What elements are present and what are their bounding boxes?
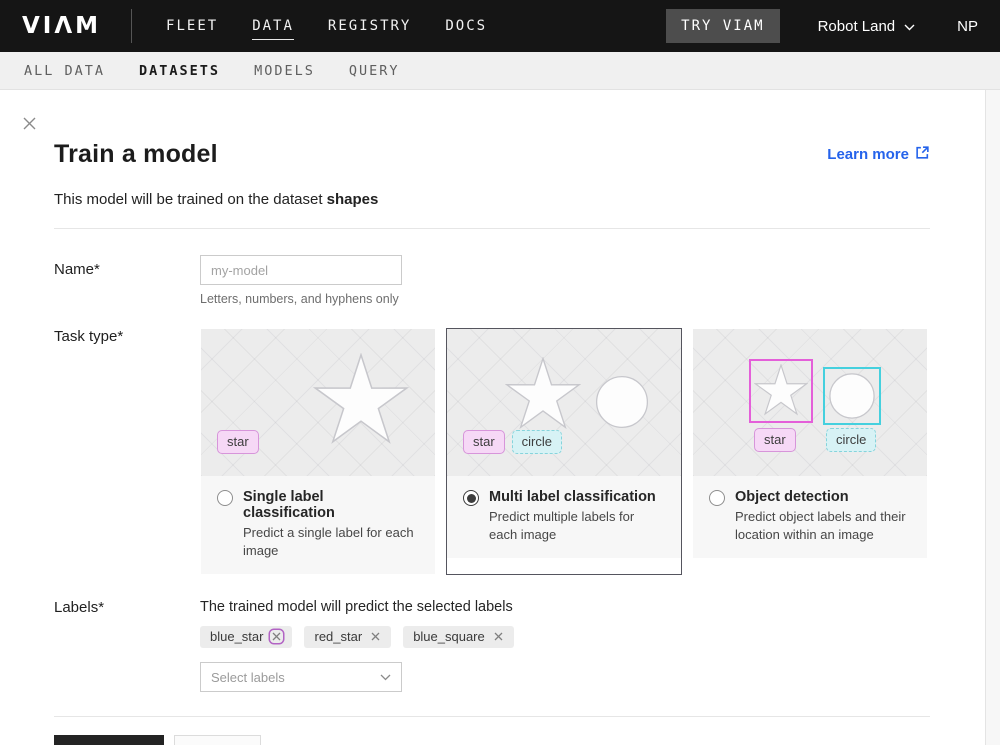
avatar[interactable]: NP <box>957 18 978 35</box>
nav-item-fleet[interactable]: FLEET <box>166 12 218 40</box>
radio-multi-label[interactable] <box>463 490 479 506</box>
chip-red-star: red_star <box>304 626 391 648</box>
train-model-button[interactable]: Train model <box>54 735 164 745</box>
card-preview-multi: star circle <box>447 329 681 476</box>
circle-shape <box>595 375 649 429</box>
heading-row: Train a model Learn more <box>54 140 930 169</box>
preview-tag-star: star <box>217 430 259 454</box>
selected-label-chips: blue_star red_star blue_square <box>200 626 514 648</box>
dataset-name: shapes <box>327 191 379 208</box>
tab-query[interactable]: QUERY <box>349 63 400 79</box>
card-desc-single: Predict a single label for each image <box>243 524 419 559</box>
nav-item-data[interactable]: DATA <box>252 12 294 40</box>
remove-label-icon[interactable] <box>369 630 382 643</box>
data-sub-nav: ALL DATA DATASETS MODELS QUERY <box>0 52 1000 90</box>
tab-models[interactable]: MODELS <box>254 63 315 79</box>
page-title: Train a model <box>54 140 218 169</box>
name-row: Name* Letters, numbers, and hyphens only <box>54 255 930 306</box>
learn-more-label: Learn more <box>827 146 909 163</box>
remove-label-icon[interactable] <box>270 630 283 643</box>
chip-label: blue_square <box>413 629 485 644</box>
dataset-subtitle: This model will be trained on the datase… <box>54 191 930 208</box>
card-preview-detection: star circle <box>693 329 927 476</box>
preview-tag-circle: circle <box>512 430 562 454</box>
chip-blue-star: blue_star <box>200 626 292 648</box>
scrollbar-track[interactable] <box>985 90 1000 745</box>
card-body-multi: Multi label classification Predict multi… <box>447 476 681 558</box>
select-labels-dropdown[interactable]: Select labels <box>200 662 402 692</box>
task-type-label: Task type* <box>54 328 200 575</box>
chevron-down-icon <box>380 668 391 686</box>
tab-datasets[interactable]: DATASETS <box>139 63 220 79</box>
card-title-detection: Object detection <box>735 489 911 505</box>
remove-label-icon[interactable] <box>492 630 505 643</box>
divider <box>54 716 930 717</box>
radio-object-detection[interactable] <box>709 490 725 506</box>
card-body-single: Single label classification Predict a si… <box>201 476 435 574</box>
footer-buttons: Train model Go back <box>54 735 930 745</box>
nav-item-docs[interactable]: DOCS <box>445 12 487 40</box>
labels-label: Labels* <box>54 599 200 692</box>
chevron-down-icon <box>904 18 915 35</box>
go-back-button[interactable]: Go back <box>174 735 261 745</box>
radio-single-label[interactable] <box>217 490 233 506</box>
card-title-single: Single label classification <box>243 489 419 521</box>
train-model-panel: Train a model Learn more This model will… <box>0 90 1000 745</box>
top-nav-links: FLEET DATA REGISTRY DOCS <box>166 12 487 40</box>
card-single-label-classification[interactable]: star Single label classification Predict… <box>200 328 436 575</box>
name-label: Name* <box>54 255 200 306</box>
try-viam-button[interactable]: TRY VIAM <box>666 9 779 43</box>
divider <box>54 228 930 229</box>
select-labels-placeholder: Select labels <box>211 670 285 685</box>
bounding-box-star <box>749 359 813 423</box>
model-name-input[interactable] <box>200 255 402 285</box>
nav-item-registry[interactable]: REGISTRY <box>328 12 411 40</box>
bounding-box-circle <box>823 367 881 425</box>
top-nav-bar: VIΛM FLEET DATA REGISTRY DOCS TRY VIAM R… <box>0 0 1000 52</box>
star-shape <box>754 364 808 418</box>
card-object-detection[interactable]: star circle Object detection Predict obj… <box>692 328 928 575</box>
org-name-label: Robot Land <box>818 18 896 35</box>
viam-logo[interactable]: VIΛM <box>22 13 101 39</box>
circle-shape <box>828 372 876 420</box>
card-body-detection: Object detection Predict object labels a… <box>693 476 927 558</box>
nav-divider <box>131 9 132 43</box>
labels-description: The trained model will predict the selec… <box>200 599 514 615</box>
star-shape <box>313 353 409 449</box>
card-title-multi: Multi label classification <box>489 489 665 505</box>
chip-label: blue_star <box>210 629 263 644</box>
top-nav-right: TRY VIAM Robot Land NP <box>666 9 978 43</box>
card-desc-detection: Predict object labels and their location… <box>735 508 911 543</box>
subtitle-text: This model will be trained on the datase… <box>54 191 327 208</box>
tab-all-data[interactable]: ALL DATA <box>24 63 105 79</box>
preview-tag-circle: circle <box>826 428 876 452</box>
chip-blue-square: blue_square <box>403 626 514 648</box>
external-link-icon <box>915 145 930 164</box>
preview-tag-star: star <box>754 428 796 452</box>
learn-more-link[interactable]: Learn more <box>827 145 930 164</box>
card-multi-label-classification[interactable]: star circle Multi label classification P… <box>446 328 682 575</box>
labels-row: Labels* The trained model will predict t… <box>54 599 930 692</box>
card-desc-multi: Predict multiple labels for each image <box>489 508 665 543</box>
task-type-cards: star Single label classification Predict… <box>200 328 928 575</box>
preview-tag-star: star <box>463 430 505 454</box>
card-preview-single: star <box>201 329 435 476</box>
star-shape <box>505 357 581 433</box>
chip-label: red_star <box>314 629 362 644</box>
close-icon[interactable] <box>22 116 37 131</box>
task-type-row: Task type* star Sing <box>54 328 930 575</box>
name-hint: Letters, numbers, and hyphens only <box>200 292 402 306</box>
org-switcher[interactable]: Robot Land <box>818 18 916 35</box>
